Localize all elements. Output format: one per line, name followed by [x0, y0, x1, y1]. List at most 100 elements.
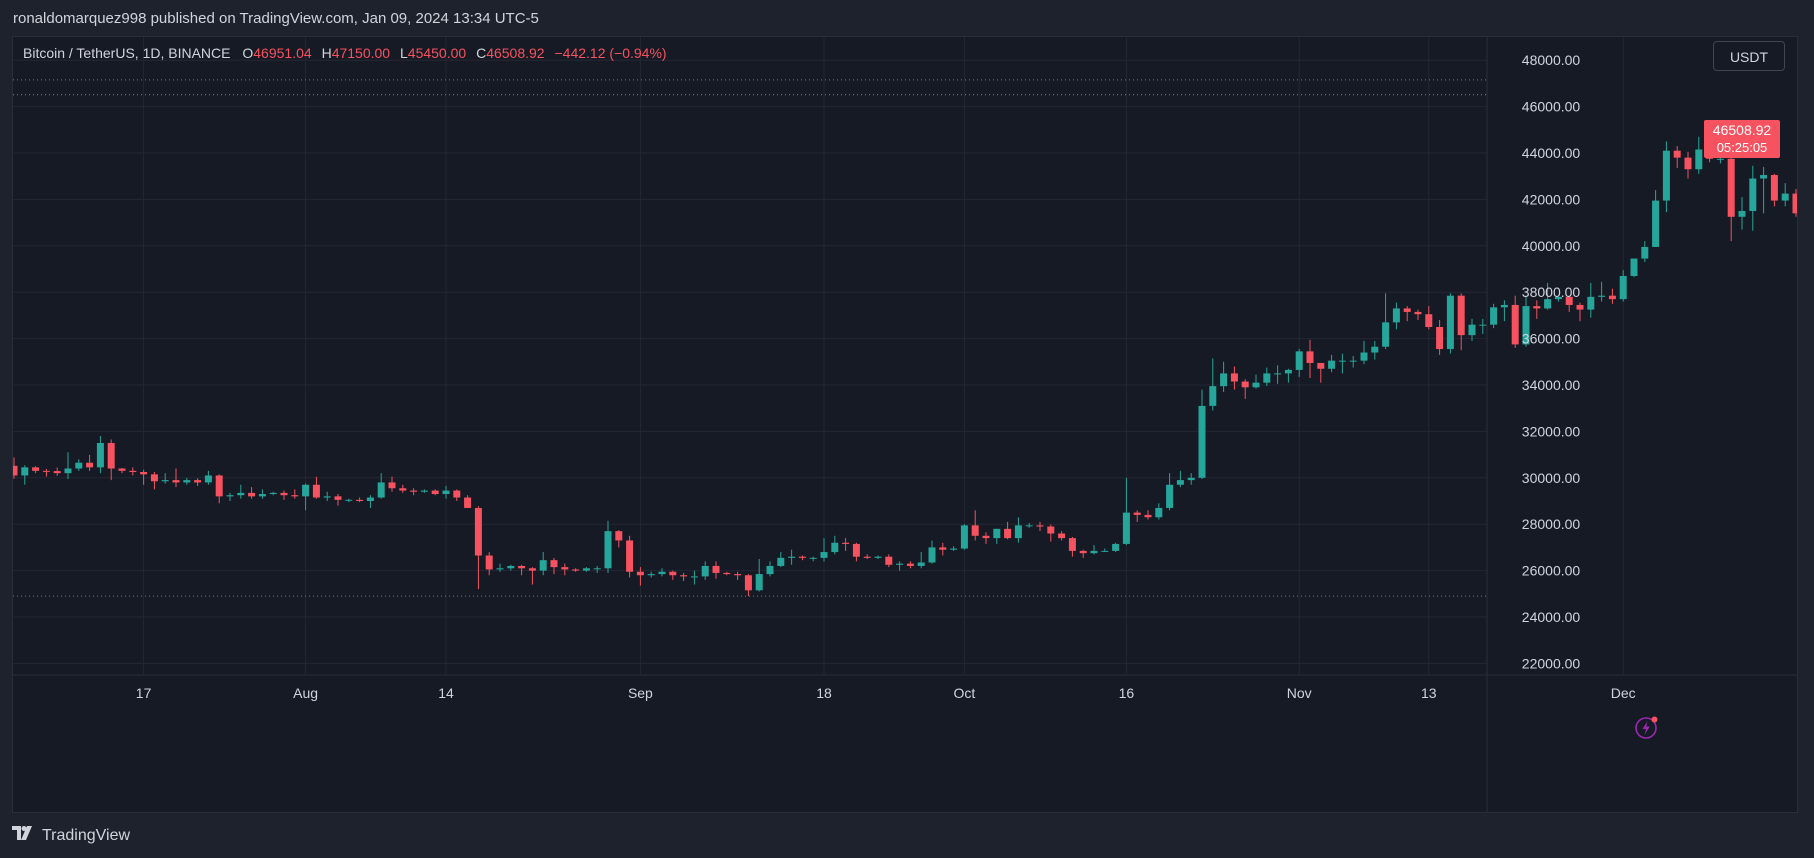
- last-price-tag: 46508.92 05:25:05: [1704, 120, 1780, 158]
- candle-body: [1619, 275, 1627, 300]
- candle-body: [366, 497, 374, 501]
- candle-body: [75, 462, 83, 469]
- candle-body: [820, 552, 828, 558]
- candle-body: [42, 470, 50, 472]
- low-value: 45450.00: [407, 45, 467, 61]
- time-tick-label: Nov: [1287, 685, 1312, 701]
- candle-body: [1544, 299, 1552, 309]
- candle-body: [1749, 178, 1757, 211]
- currency-button[interactable]: USDT: [1713, 41, 1785, 71]
- candle-body: [1382, 322, 1390, 347]
- candle-body: [1317, 362, 1325, 369]
- close-value: 46508.92: [486, 45, 545, 61]
- candle-body: [917, 562, 925, 566]
- candle-body: [1166, 484, 1174, 508]
- high-value: 47150.00: [331, 45, 391, 61]
- candle-body: [1252, 382, 1260, 388]
- candle-body: [1403, 308, 1411, 312]
- candle-body: [1468, 324, 1476, 336]
- candle-body: [1263, 373, 1271, 383]
- change-value: −442.12 (−0.94%): [554, 45, 667, 61]
- candle-body: [388, 482, 396, 489]
- candle-body: [1792, 193, 1797, 214]
- candle-body: [550, 560, 558, 568]
- price-tick-label: 34000.00: [1522, 377, 1581, 393]
- footer: TradingView: [12, 822, 130, 850]
- candle-body: [312, 484, 320, 498]
- candle-body: [1727, 158, 1735, 217]
- time-tick-label: Sep: [628, 685, 653, 701]
- candle-body: [1673, 150, 1681, 158]
- candle-body: [431, 490, 439, 495]
- candle-body: [248, 492, 256, 497]
- candle-body: [1652, 200, 1660, 247]
- candle-body: [1641, 246, 1649, 259]
- candle-body: [453, 490, 461, 498]
- candle-body: [1198, 405, 1206, 478]
- candle-body: [842, 542, 850, 544]
- candle-body: [226, 495, 234, 497]
- candle-body: [140, 472, 148, 475]
- candle-body: [1155, 507, 1163, 518]
- candle-body: [593, 568, 601, 570]
- candle-body: [1036, 525, 1044, 527]
- candle-body: [1781, 193, 1789, 201]
- candle-body: [831, 542, 839, 553]
- candle-body: [291, 495, 299, 497]
- candle-body: [1133, 512, 1141, 515]
- candle-body: [658, 571, 666, 575]
- candle-body: [1090, 550, 1098, 554]
- candle-body: [1598, 295, 1606, 297]
- candle-body: [96, 443, 104, 468]
- candle-body: [723, 572, 731, 575]
- candle-body: [1414, 311, 1422, 315]
- candle-body: [636, 571, 644, 576]
- candle-body: [1220, 373, 1228, 387]
- candle-body: [1479, 324, 1487, 326]
- price-tick-label: 24000.00: [1522, 609, 1581, 625]
- candle-body: [1436, 327, 1444, 350]
- candle-body: [1770, 175, 1778, 201]
- price-tick-label: 44000.00: [1522, 145, 1581, 161]
- candle-body: [64, 468, 72, 474]
- candle-body: [86, 462, 94, 468]
- ohlc-legend: Bitcoin / TetherUS, 1D, BINANCE O46951.0…: [23, 45, 667, 61]
- price-tick-label: 30000.00: [1522, 470, 1581, 486]
- candle-body: [1025, 525, 1033, 527]
- candle-body: [1457, 295, 1465, 336]
- candle-body: [356, 499, 364, 501]
- time-tick-label: Aug: [293, 685, 318, 701]
- candle-body: [1328, 360, 1336, 369]
- chart-panel[interactable]: 22000.00 24000.00 26000.00 28000.00 30000.00…: [12, 36, 1798, 813]
- candle-body: [1371, 346, 1379, 353]
- price-tick-label: 28000.00: [1522, 516, 1581, 532]
- candle-body: [1684, 157, 1692, 170]
- symbol-title[interactable]: Bitcoin / TetherUS, 1D, BINANCE: [23, 45, 230, 61]
- candle-body: [1284, 369, 1292, 374]
- time-tick-label: 18: [816, 685, 832, 701]
- candle-body: [874, 556, 882, 558]
- tradingview-logo-icon: [12, 822, 36, 850]
- candle-body: [474, 507, 482, 556]
- candle-body: [1112, 543, 1120, 551]
- price-tick-label: 32000.00: [1522, 423, 1581, 439]
- candle-body: [680, 575, 688, 577]
- price-tick-label: 38000.00: [1522, 284, 1581, 300]
- last-price: 46508.92: [1712, 122, 1772, 138]
- lightning-bolt-icon[interactable]: [1634, 714, 1660, 740]
- candle-body: [755, 574, 763, 591]
- candle-body: [150, 474, 158, 482]
- candle-body: [1490, 307, 1498, 325]
- candle-body: [982, 535, 990, 539]
- time-tick-label: 16: [1119, 685, 1135, 701]
- time-tick-label: 13: [1421, 685, 1437, 701]
- candle-body: [345, 499, 353, 501]
- candle-body: [1662, 150, 1670, 201]
- candle-body: [172, 480, 180, 483]
- candlestick-chart[interactable]: 22000.00 24000.00 26000.00 28000.00 30000.00…: [13, 37, 1798, 813]
- candle-body: [1047, 526, 1055, 534]
- price-tick-label: 46000.00: [1522, 99, 1581, 115]
- footer-brand[interactable]: TradingView: [42, 822, 130, 850]
- candle-body: [237, 492, 245, 496]
- candle-body: [1716, 158, 1724, 160]
